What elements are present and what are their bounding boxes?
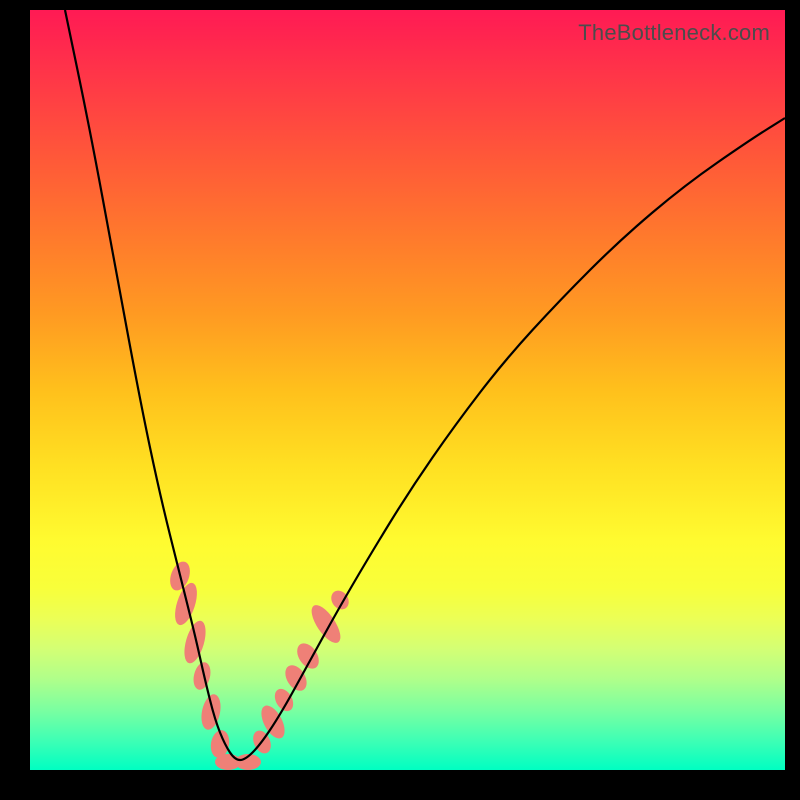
- v-curve: [65, 10, 785, 760]
- data-point-blob: [198, 693, 223, 732]
- chart-svg: [30, 10, 785, 770]
- chart-frame: TheBottleneck.com: [30, 10, 785, 770]
- data-point-blob: [180, 618, 209, 665]
- blob-layer: [166, 559, 352, 770]
- watermark-text: TheBottleneck.com: [578, 20, 770, 46]
